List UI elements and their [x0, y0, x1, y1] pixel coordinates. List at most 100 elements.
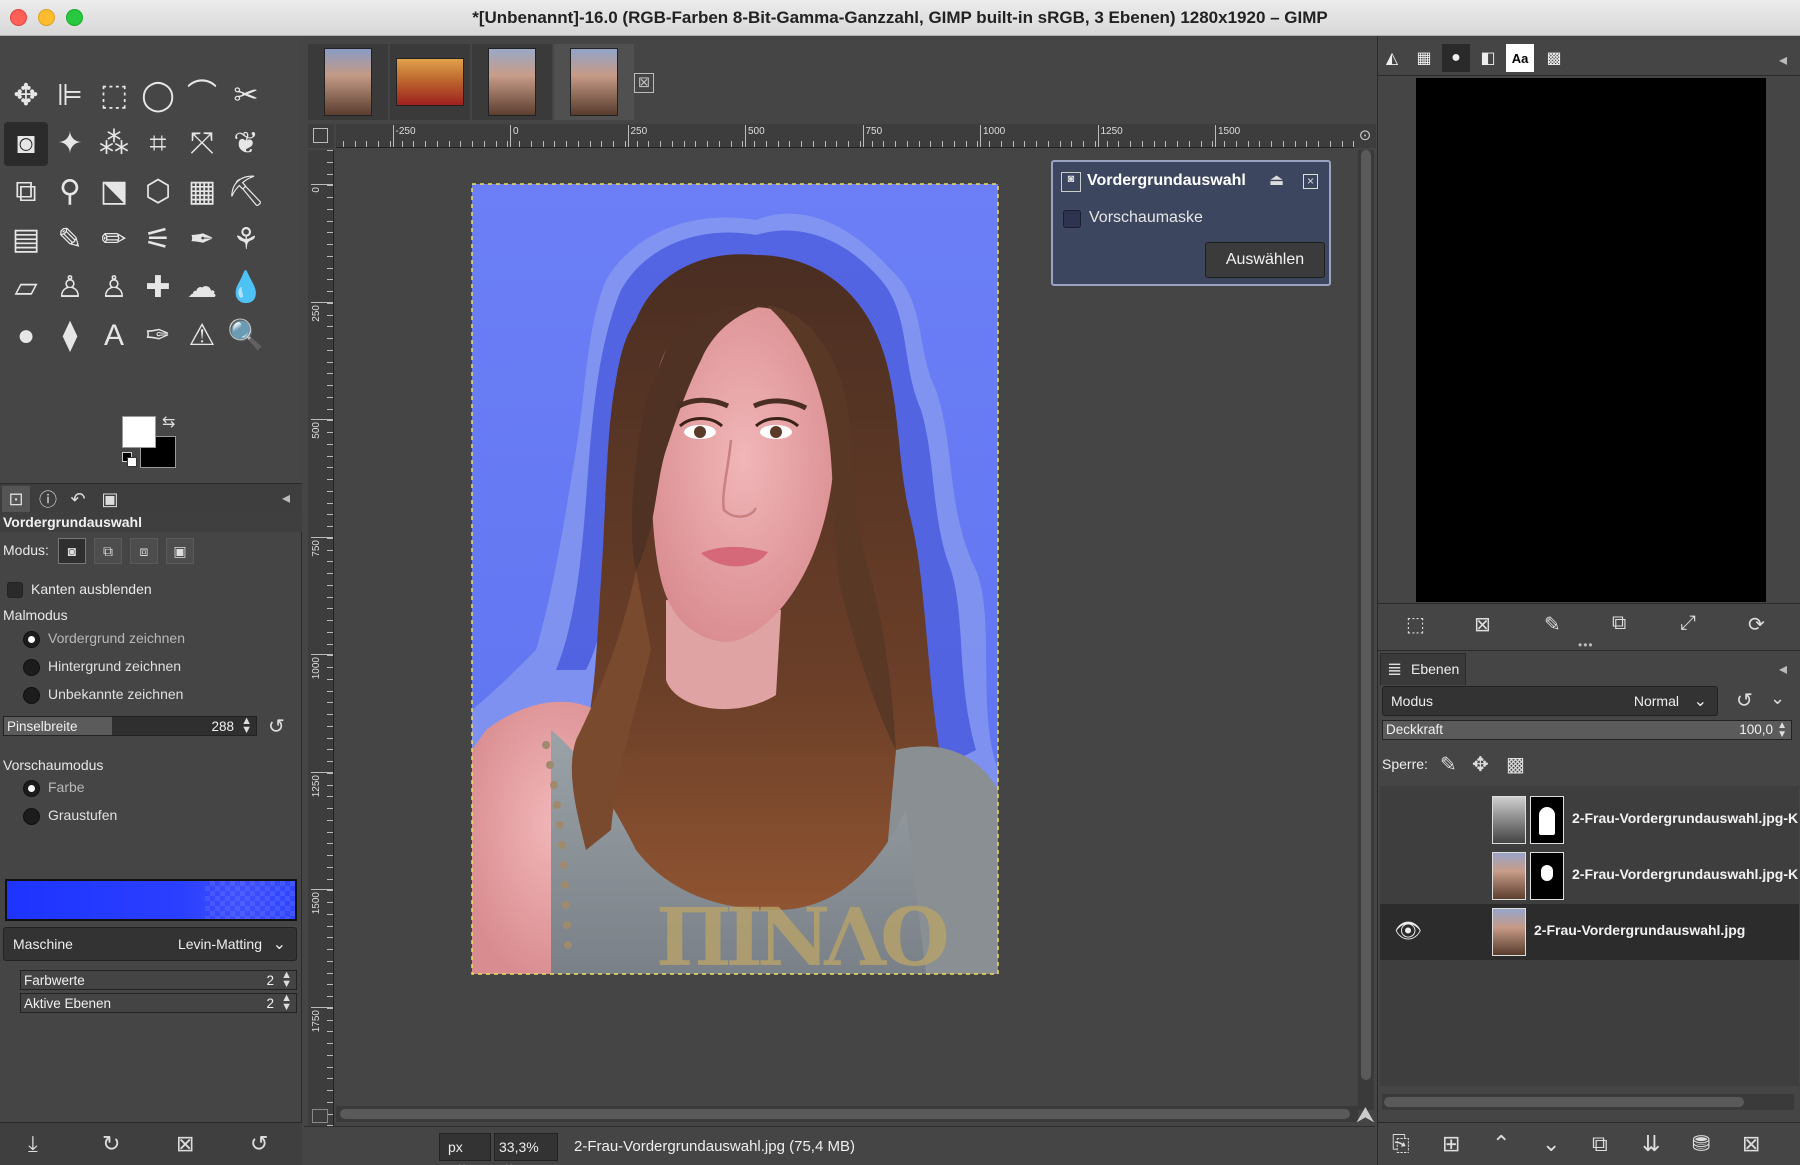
image-tab-3[interactable]: [472, 44, 552, 120]
lock-pixels-icon[interactable]: ✎: [1440, 752, 1457, 777]
reset-mode-icon[interactable]: ↺: [1736, 688, 1753, 713]
active-levels-spinner[interactable]: Aktive Ebenen 2 ▲ ▼: [20, 993, 297, 1013]
stroke-width-spinner[interactable]: Pinselbreite 288 ▲ ▼: [3, 716, 257, 736]
new-layer-icon[interactable]: ⎘: [1392, 1131, 1410, 1157]
spin-arrows-icon[interactable]: ▲ ▼: [281, 970, 292, 990]
swap-colors-icon[interactable]: ⇆: [162, 412, 175, 432]
pencil-icon[interactable]: ✏: [92, 218, 136, 262]
lock-alpha-icon[interactable]: ▩: [1506, 752, 1525, 777]
lower-layer-icon[interactable]: ⌄: [1542, 1131, 1560, 1157]
delete-options-icon[interactable]: ⊠: [176, 1131, 194, 1157]
histogram-tab-icon[interactable]: ◭: [1378, 44, 1406, 72]
navigate-icon[interactable]: ⮝: [1356, 1102, 1375, 1128]
refresh-item-icon[interactable]: ⟳: [1748, 612, 1765, 637]
mypaint-icon[interactable]: ⚘: [224, 218, 268, 262]
blur-icon[interactable]: 💧: [224, 266, 268, 310]
tool-options-tab-icon[interactable]: ⊡: [2, 486, 30, 512]
images-tab-icon[interactable]: ▣: [96, 486, 124, 512]
horizontal-ruler[interactable]: -250 0 250 500 750 1000 1250 1500: [336, 124, 1358, 148]
by-color-select-icon[interactable]: ⁂: [92, 122, 136, 166]
restore-options-icon[interactable]: ↻: [102, 1131, 120, 1157]
fonts-tab-icon[interactable]: Aa: [1506, 44, 1534, 72]
align-icon[interactable]: ⊫: [48, 74, 92, 118]
close-tab-icon[interactable]: ⊠: [634, 73, 654, 93]
spin-arrows-icon[interactable]: ▲ ▼: [1777, 721, 1787, 740]
undo-history-tab-icon[interactable]: ↶: [64, 486, 92, 512]
rect-select-icon[interactable]: ⬚: [92, 74, 136, 118]
zoom-icon[interactable]: 🔍: [224, 314, 268, 358]
perspective-clone-icon[interactable]: ♙: [92, 266, 136, 310]
paint-background-radio[interactable]: [23, 659, 40, 676]
color-picker-icon[interactable]: ✑: [136, 314, 180, 358]
patterns-tab-icon[interactable]: ▦: [1410, 44, 1438, 72]
quick-mask-toggle-icon[interactable]: [312, 1109, 328, 1123]
unified-transform-icon[interactable]: ⧉: [4, 170, 48, 214]
apply-item-icon[interactable]: ⤢: [1680, 612, 1696, 635]
edit-item-icon[interactable]: ✎: [1544, 612, 1561, 637]
preview-mask-checkbox[interactable]: [1063, 210, 1081, 228]
reset-stroke-width-icon[interactable]: ↺: [268, 714, 285, 739]
foreground-select-icon[interactable]: ◙: [4, 122, 48, 166]
image-canvas[interactable]: ΠΙΝΛΟ: [336, 150, 1358, 1142]
opacity-spinner[interactable]: Deckkraft 100,0 ▲ ▼: [1382, 720, 1792, 740]
bucket-fill-icon[interactable]: ⛏: [224, 170, 268, 214]
zoom-toggle-icon[interactable]: ⊙: [1354, 124, 1376, 148]
close-icon[interactable]: ×: [1303, 174, 1318, 189]
image-tab-2[interactable]: [390, 44, 470, 120]
reset-options-icon[interactable]: ↺: [250, 1131, 268, 1157]
select-button[interactable]: Auswählen: [1205, 242, 1325, 278]
move-icon[interactable]: ✥: [4, 74, 48, 118]
measure-icon[interactable]: ⚠: [180, 314, 224, 358]
image-tab-4[interactable]: [554, 44, 634, 120]
visibility-eye-icon[interactable]: 👁: [1394, 918, 1422, 944]
paths-icon[interactable]: ⧫: [48, 314, 92, 358]
heal-icon[interactable]: ✚: [136, 266, 180, 310]
ellipse-select-icon[interactable]: ◯: [136, 74, 180, 118]
chevron-down-icon[interactable]: ⌄: [1770, 688, 1785, 709]
clone-icon[interactable]: ♙: [48, 266, 92, 310]
ink-icon[interactable]: ✒: [180, 218, 224, 262]
eraser-icon[interactable]: ▱: [4, 266, 48, 310]
panel-menu-icon[interactable]: ◂: [1779, 659, 1787, 679]
lock-position-icon[interactable]: ✥: [1472, 752, 1489, 777]
brushes-tab-icon[interactable]: ●: [1442, 44, 1470, 72]
mode-intersect-button[interactable]: ▣: [166, 538, 194, 564]
dodge-icon[interactable]: ●: [4, 314, 48, 358]
unit-select[interactable]: px ⌄: [439, 1133, 491, 1165]
scissors-icon[interactable]: ✂: [224, 74, 268, 118]
add-mask-icon[interactable]: ⛃: [1692, 1131, 1710, 1157]
layers-tab[interactable]: ≣ Ebenen: [1380, 653, 1466, 685]
smudge-icon[interactable]: ☁: [180, 266, 224, 310]
preview-color-radio[interactable]: [23, 780, 40, 797]
levels-spinner[interactable]: Farbwerte 2 ▲ ▼: [20, 970, 297, 990]
hide-edges-checkbox[interactable]: [7, 582, 23, 598]
layer-mode-combo[interactable]: Modus Normal ⌄: [1382, 686, 1718, 716]
duplicate-layer-icon[interactable]: ⧉: [1592, 1131, 1608, 1157]
vertical-scrollbar[interactable]: [1358, 150, 1374, 1110]
image-tab-1[interactable]: [308, 44, 388, 120]
mode-subtract-button[interactable]: ⧈: [130, 538, 158, 564]
crop-icon[interactable]: ⌗: [136, 122, 180, 166]
layers-hscrollbar[interactable]: [1382, 1094, 1794, 1110]
foreground-color-swatch[interactable]: [122, 416, 156, 448]
new-item-icon[interactable]: ⬚: [1406, 612, 1425, 637]
quick-mask-corner[interactable]: [308, 124, 334, 148]
text-icon[interactable]: A: [92, 314, 136, 358]
perspective-icon[interactable]: ⬔: [92, 170, 136, 214]
cage-icon[interactable]: ▦: [180, 170, 224, 214]
spin-arrows-icon[interactable]: ▲ ▼: [241, 716, 252, 736]
free-select-icon[interactable]: ⌒: [180, 74, 224, 118]
default-colors-icon[interactable]: [122, 452, 138, 468]
new-layer-group-icon[interactable]: ⊞: [1442, 1131, 1460, 1157]
spin-arrows-icon[interactable]: ▲ ▼: [281, 993, 292, 1013]
mode-replace-button[interactable]: ◙: [58, 538, 86, 564]
horizontal-scrollbar[interactable]: [336, 1106, 1358, 1122]
layer-row[interactable]: 2-Frau-Vordergrundauswahl.jpg-K: [1380, 848, 1799, 904]
paint-foreground-radio[interactable]: [23, 631, 40, 648]
airbrush-icon[interactable]: ⚟: [136, 218, 180, 262]
delete-layer-icon[interactable]: ⊠: [1742, 1131, 1760, 1157]
save-options-icon[interactable]: ⤓: [28, 1131, 38, 1157]
merge-layer-icon[interactable]: ⇊: [1642, 1131, 1660, 1157]
raise-layer-icon[interactable]: ⌃: [1492, 1131, 1510, 1157]
transform-icon[interactable]: ⤧: [180, 122, 224, 166]
